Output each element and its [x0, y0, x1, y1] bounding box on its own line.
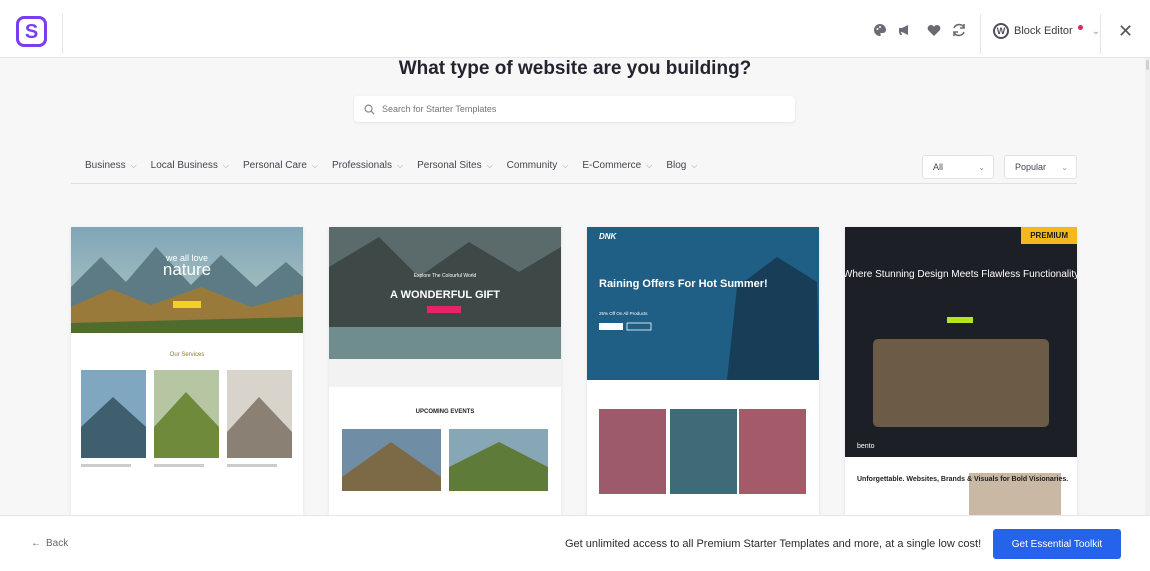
chevron-down-icon: ⌵: [562, 160, 569, 170]
premium-badge: PREMIUM: [1021, 227, 1077, 244]
sync-icon[interactable]: [951, 22, 967, 38]
palette-icon[interactable]: [872, 22, 888, 38]
wordpress-icon: W: [993, 23, 1009, 39]
card-sub: Unforgettable. Websites, Brands & Visual…: [857, 476, 1068, 483]
category-filters: Business ⌵ Local Business ⌵ Personal Care ⌵…: [85, 160, 697, 171]
card-eyebrow: Explore The Colourful World: [414, 273, 477, 279]
chevron-down-icon: ⌵: [691, 160, 698, 170]
search-icon: [364, 104, 375, 115]
type-filter-dropdown[interactable]: All ⌄: [922, 155, 994, 179]
arrow-left-icon: ←: [31, 538, 41, 549]
card-sub: 25% Off On All Products: [599, 311, 648, 316]
template-card-wonderful-gift[interactable]: Explore The Colourful World A WONDERFUL …: [329, 227, 561, 517]
close-icon[interactable]: ✕: [1118, 22, 1133, 40]
category-blog[interactable]: Blog ⌵: [666, 160, 697, 171]
card-logo-strip: bento: [857, 443, 875, 450]
category-local-business[interactable]: Local Business ⌵: [151, 160, 229, 171]
template-card-premium-agency[interactable]: Where Stunning Design Meets Flawless Fun…: [845, 227, 1077, 517]
template-preview: DNK Raining Offers For Hot Summer! 25% O…: [587, 227, 819, 517]
heart-icon[interactable]: [926, 22, 942, 38]
filter-divider: [71, 183, 1077, 184]
top-bar: S W Block Editor ⌄ ✕: [0, 0, 1150, 58]
chevron-down-icon: ⌵: [397, 160, 404, 170]
scrollbar[interactable]: [1145, 58, 1150, 515]
chevron-down-icon: ⌄: [1091, 25, 1101, 37]
template-card-nature[interactable]: we all love nature Our Services: [71, 227, 303, 517]
template-preview: Where Stunning Design Meets Flawless Fun…: [845, 227, 1077, 517]
divider: [1100, 14, 1101, 54]
chevron-down-icon: ⌄: [978, 162, 985, 172]
card-hero-title: Where Stunning Design Meets Flawless Fun…: [845, 269, 1077, 280]
card-hero-title: Raining Offers For Hot Summer!: [599, 278, 768, 290]
card-hero-title: A WONDERFUL GIFT: [390, 289, 500, 301]
editor-selector[interactable]: W Block Editor ⌄: [993, 22, 1100, 40]
template-preview: we all love nature Our Services: [71, 227, 303, 517]
category-community[interactable]: Community ⌵: [507, 160, 569, 171]
footer-bar: ← Back Get unlimited access to all Premiu…: [0, 515, 1150, 571]
promo-text: Get unlimited access to all Premium Star…: [565, 538, 982, 550]
back-button[interactable]: ← Back: [31, 538, 68, 549]
card-brand: DNK: [599, 232, 618, 241]
category-professionals[interactable]: Professionals ⌵: [332, 160, 403, 171]
divider: [980, 14, 981, 54]
get-toolkit-button[interactable]: Get Essential Toolkit: [993, 529, 1121, 559]
card-section-title: UPCOMING EVENTS: [416, 409, 475, 415]
search-input[interactable]: [382, 104, 762, 114]
card-section-title: Our Services: [170, 352, 205, 358]
chevron-down-icon: ⌵: [130, 160, 137, 170]
notification-dot: [1077, 24, 1083, 30]
chevron-down-icon: ⌵: [486, 160, 493, 170]
chevron-down-icon: ⌵: [646, 160, 653, 170]
category-business[interactable]: Business ⌵: [85, 160, 137, 171]
editor-label: Block Editor: [1014, 25, 1073, 37]
category-ecommerce[interactable]: E-Commerce ⌵: [582, 160, 652, 171]
category-personal-care[interactable]: Personal Care ⌵: [243, 160, 318, 171]
category-personal-sites[interactable]: Personal Sites ⌵: [417, 160, 493, 171]
chevron-down-icon: ⌵: [222, 160, 229, 170]
divider: [62, 14, 63, 54]
template-search[interactable]: [354, 96, 795, 122]
sort-dropdown[interactable]: Popular ⌄: [1004, 155, 1077, 179]
chevron-down-icon: ⌄: [1061, 162, 1068, 172]
page-title: What type of website are you building?: [398, 58, 752, 79]
card-hero-title: nature: [163, 260, 211, 279]
chevron-down-icon: ⌵: [311, 160, 318, 170]
starter-templates-logo[interactable]: S: [16, 16, 47, 47]
template-card-dnk[interactable]: DNK Raining Offers For Hot Summer! 25% O…: [587, 227, 819, 517]
template-preview: Explore The Colourful World A WONDERFUL …: [329, 227, 561, 491]
megaphone-icon[interactable]: [897, 22, 913, 38]
